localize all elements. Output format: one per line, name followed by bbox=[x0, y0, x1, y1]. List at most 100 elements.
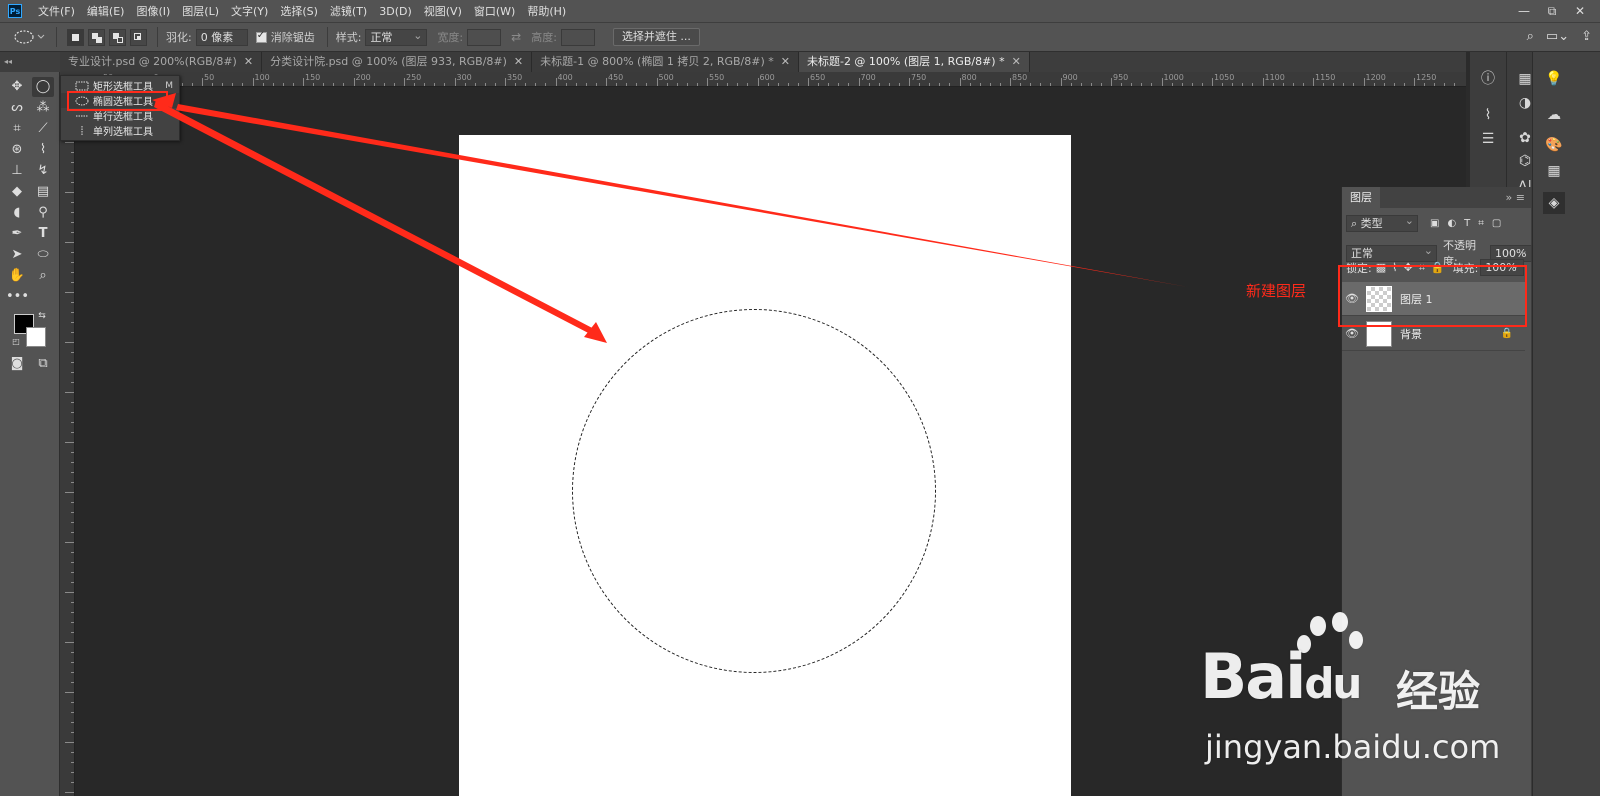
horizontal-ruler[interactable]: 5005010015020025030035040045050055060065… bbox=[75, 72, 1466, 87]
flyout-item-rectangular-marquee[interactable]: 矩形选框工具 M bbox=[61, 78, 179, 93]
select-and-mask-button[interactable]: 选择并遮住 ... bbox=[612, 28, 700, 46]
menu-window[interactable]: 窗口(W) bbox=[468, 3, 521, 19]
info-icon[interactable]: ⓘ bbox=[1477, 68, 1499, 90]
flyout-item-single-column-marquee[interactable]: 单列选框工具 bbox=[61, 123, 179, 138]
restore-button[interactable]: ⧉ bbox=[1538, 4, 1566, 19]
filter-icons[interactable]: ▣◐T⌗▢ bbox=[1430, 218, 1509, 229]
adjustments-icon[interactable]: ☰ bbox=[1477, 128, 1499, 150]
background-color-swatch[interactable] bbox=[26, 327, 46, 347]
style-label: 样式: bbox=[335, 31, 362, 44]
menu-type[interactable]: 文字(Y) bbox=[225, 3, 274, 19]
tool-preset-icon[interactable] bbox=[8, 27, 48, 47]
learn-icon[interactable]: 💡 bbox=[1543, 68, 1565, 90]
menu-3d[interactable]: 3D(D) bbox=[373, 5, 418, 18]
panel-menu-icon[interactable]: » ≡ bbox=[1506, 187, 1525, 208]
ruler-minor-tick bbox=[343, 83, 345, 86]
lasso-tool-icon[interactable]: ᔕ bbox=[6, 98, 28, 118]
menu-select[interactable]: 选择(S) bbox=[274, 3, 324, 19]
move-tool-icon[interactable]: ✥ bbox=[6, 77, 28, 97]
menu-view[interactable]: 视图(V) bbox=[418, 3, 468, 19]
marquee-tool-icon[interactable]: ◯ bbox=[32, 77, 54, 97]
ruler-tick bbox=[65, 192, 74, 193]
flyout-item-single-row-marquee[interactable]: 单行选框工具 bbox=[61, 108, 179, 123]
hand-tool-icon[interactable]: ✋ bbox=[6, 266, 28, 286]
magic-wand-tool-icon[interactable]: ⁂ bbox=[32, 98, 54, 118]
menu-layer[interactable]: 图层(L) bbox=[176, 3, 225, 19]
workspace-icon[interactable]: ▭⌄ bbox=[1546, 29, 1569, 44]
quick-mask-icon[interactable]: ◙ bbox=[6, 354, 28, 374]
healing-brush-tool-icon[interactable]: ⊛ bbox=[6, 140, 28, 160]
ruler-label: 500 bbox=[658, 73, 674, 82]
layer-row-background[interactable]: 👁 背景 🔒 bbox=[1342, 317, 1525, 351]
swatches-icon[interactable]: ▦ bbox=[1543, 160, 1565, 182]
ellipse-shape-tool-icon[interactable]: ⬭ bbox=[32, 245, 54, 265]
close-icon[interactable]: ✕ bbox=[244, 55, 253, 68]
ruler-minor-tick bbox=[777, 83, 779, 86]
pen-tool-icon[interactable]: ✒ bbox=[6, 224, 28, 244]
type-tool-icon[interactable]: T bbox=[32, 224, 54, 244]
color-palette-icon[interactable]: 🎨 bbox=[1543, 134, 1565, 156]
stamp-tool-icon[interactable]: ⊥ bbox=[6, 161, 28, 181]
minimize-button[interactable]: — bbox=[1510, 4, 1538, 18]
menu-file[interactable]: 文件(F) bbox=[32, 3, 81, 19]
layers-panel-icon[interactable]: ◈ bbox=[1543, 192, 1565, 214]
style-select[interactable]: 正常 ⌄ bbox=[365, 28, 428, 46]
swap-icon[interactable]: ⇄ bbox=[511, 30, 521, 44]
screen-mode-icon[interactable]: ⧉ bbox=[32, 354, 54, 374]
brush-settings-icon[interactable]: ⌇ bbox=[1477, 104, 1499, 126]
layers-tab[interactable]: 图层 bbox=[1342, 187, 1380, 208]
eyedropper-tool-icon[interactable]: ⟋ bbox=[32, 119, 54, 139]
doc-tab-1[interactable]: 专业设计.psd @ 200%(RGB/8#) ✕ bbox=[60, 52, 263, 72]
close-icon[interactable]: ✕ bbox=[514, 55, 523, 68]
add-selection-button[interactable] bbox=[88, 28, 105, 46]
close-icon[interactable]: ✕ bbox=[781, 55, 790, 68]
crop-tool-icon[interactable]: ⌗ bbox=[6, 119, 28, 139]
menu-edit[interactable]: 编辑(E) bbox=[81, 3, 131, 19]
collapse-icon[interactable]: ◂◂ bbox=[0, 52, 60, 72]
layer-filter-select[interactable]: ⌕ 类型 bbox=[1346, 213, 1418, 232]
history-brush-tool-icon[interactable]: ↯ bbox=[32, 161, 54, 181]
path-selection-tool-icon[interactable]: ➤ bbox=[6, 245, 28, 265]
ruler-tick bbox=[71, 282, 74, 283]
dodge-tool-icon[interactable]: ⚲ bbox=[32, 203, 54, 223]
ruler-label: 50 bbox=[204, 73, 215, 82]
eye-icon[interactable]: 👁 bbox=[1342, 327, 1362, 340]
gradient-tool-icon[interactable]: ▤ bbox=[32, 182, 54, 202]
flyout-item-elliptical-marquee[interactable]: 椭圆选框工具 M bbox=[61, 93, 179, 108]
layer-row-layer-1[interactable]: 👁 图层 1 bbox=[1342, 282, 1525, 316]
search-icon[interactable]: ⌕ bbox=[1527, 29, 1534, 44]
more-tools-icon[interactable]: ••• bbox=[6, 287, 29, 307]
brush-tool-icon[interactable]: ⌇ bbox=[32, 140, 54, 160]
height-input[interactable] bbox=[560, 28, 595, 46]
subtract-selection-button[interactable] bbox=[109, 28, 126, 46]
lock-icons[interactable]: ▩⌇✥⌗🔒 bbox=[1376, 261, 1451, 275]
libraries-icon[interactable]: ☁ bbox=[1543, 104, 1565, 126]
menu-image[interactable]: 图像(I) bbox=[130, 3, 176, 19]
intersect-selection-button[interactable] bbox=[130, 28, 147, 46]
eraser-tool-icon[interactable]: ◆ bbox=[6, 182, 28, 202]
eye-icon[interactable]: 👁 bbox=[1342, 292, 1362, 305]
feather-input[interactable]: 0 像素 bbox=[195, 28, 248, 46]
doc-tab-4[interactable]: 未标题-2 @ 100% (图层 1, RGB/8#) * ✕ bbox=[798, 52, 1030, 72]
ruler-tick bbox=[71, 732, 74, 733]
width-input[interactable] bbox=[467, 28, 502, 46]
doc-tab-2[interactable]: 分类设计院.psd @ 100% (图层 933, RGB/8#) ✕ bbox=[262, 52, 533, 72]
zoom-tool-icon[interactable]: ⌕ bbox=[32, 266, 54, 286]
style-value: 正常 bbox=[370, 30, 393, 44]
menu-filter[interactable]: 滤镜(T) bbox=[324, 3, 373, 19]
antialias-checkbox[interactable] bbox=[255, 30, 267, 43]
vertical-ruler[interactable] bbox=[60, 87, 75, 796]
blur-tool-icon[interactable]: ◖ bbox=[6, 203, 28, 223]
close-icon[interactable]: ✕ bbox=[1012, 55, 1021, 68]
default-colors-icon[interactable]: ◰ bbox=[10, 336, 22, 348]
share-icon[interactable]: ⇪ bbox=[1581, 29, 1592, 44]
new-selection-button[interactable] bbox=[67, 28, 84, 46]
close-button[interactable]: ✕ bbox=[1566, 4, 1594, 18]
doc-tab-3[interactable]: 未标题-1 @ 800% (椭圆 1 拷贝 2, RGB/8#) * ✕ bbox=[532, 52, 799, 72]
swap-colors-icon[interactable]: ⇆ bbox=[36, 310, 48, 322]
ruler-minor-tick bbox=[696, 83, 698, 86]
ruler-tick bbox=[65, 492, 74, 493]
menu-help[interactable]: 帮助(H) bbox=[521, 3, 572, 19]
document-canvas[interactable] bbox=[459, 135, 1071, 796]
fill-input[interactable]: 100% bbox=[1480, 257, 1525, 276]
